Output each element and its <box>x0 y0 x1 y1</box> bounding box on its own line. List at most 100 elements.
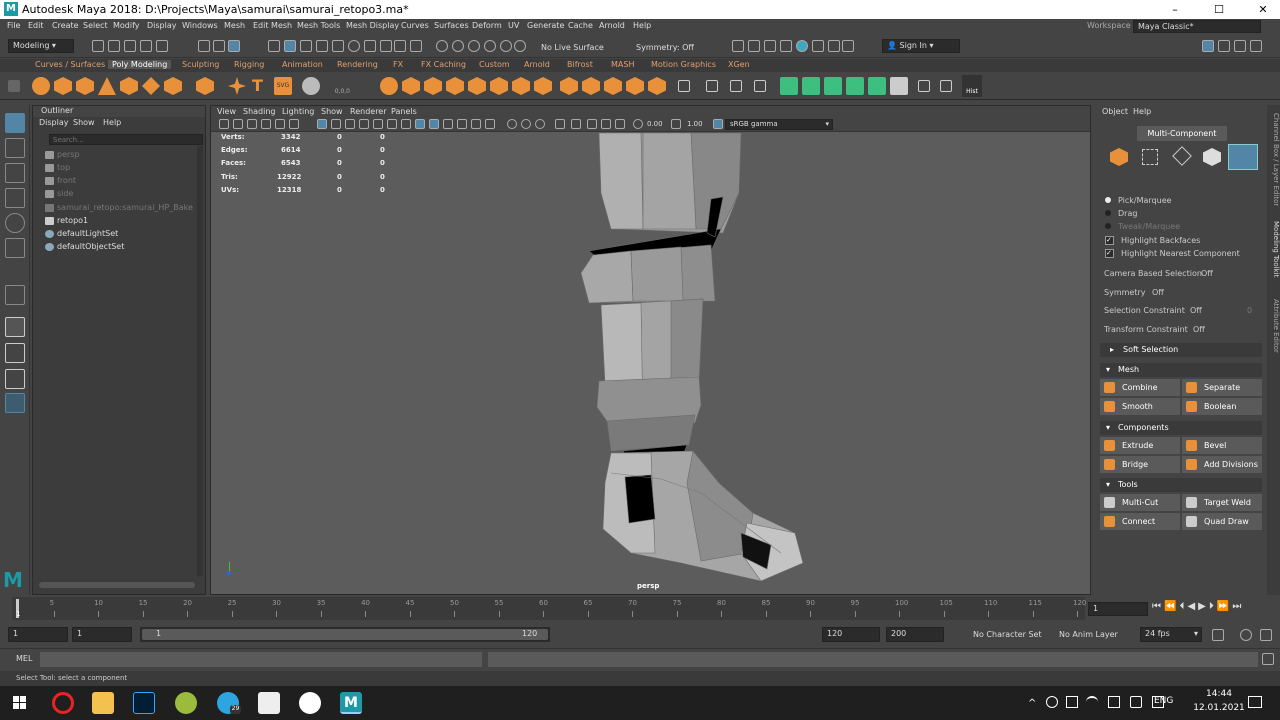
network-icon[interactable] <box>1066 696 1078 708</box>
attribute-editor-tab[interactable]: Attribute Editor <box>1267 299 1280 363</box>
help-icon[interactable] <box>380 40 392 52</box>
current-frame-field[interactable]: 1 <box>1088 602 1148 616</box>
play-forwards-icon[interactable]: ▶ <box>1198 601 1209 612</box>
shelf-tab-arnold[interactable]: Arnold <box>524 60 550 69</box>
shelf-tab-bifrost[interactable]: Bifrost <box>567 60 593 69</box>
clock-time[interactable]: 14:44 <box>1194 689 1244 699</box>
connect-button[interactable]: Connect <box>1100 513 1180 530</box>
menu-deform[interactable]: Deform <box>472 21 502 30</box>
menu-help[interactable]: Help <box>633 21 651 30</box>
color-space-dropdown[interactable]: sRGB gamma ▾ <box>725 119 833 130</box>
edge-mode-icon[interactable] <box>1172 146 1192 166</box>
animation-start-field[interactable]: 1 <box>8 627 68 642</box>
poly-cone-icon[interactable] <box>98 77 116 95</box>
character-set-dropdown[interactable]: No Character Set <box>973 630 1042 639</box>
tools-section-header[interactable]: ▾ Tools <box>1100 478 1262 492</box>
poly-plane-icon[interactable] <box>142 77 160 95</box>
anim-preferences-icon[interactable] <box>1260 629 1272 641</box>
menu-mesh-tools[interactable]: Mesh Tools <box>297 21 340 30</box>
safe-action-icon[interactable] <box>387 119 397 129</box>
shelf-tab-xgen[interactable]: XGen <box>728 60 750 69</box>
default-material-icon[interactable] <box>443 119 453 129</box>
save-scene-icon[interactable] <box>124 40 136 52</box>
boolean-button[interactable]: Boolean <box>1182 398 1262 415</box>
step-back-key-icon[interactable]: ⏪ <box>1164 601 1179 612</box>
menu-arnold[interactable]: Arnold <box>599 21 625 30</box>
shelf-tab-poly-modeling[interactable]: Poly Modeling <box>108 60 172 69</box>
extract-icon[interactable] <box>424 77 442 95</box>
menu-edit-mesh[interactable]: Edit Mesh <box>253 21 292 30</box>
symmetry-label[interactable]: Symmetry <box>1104 288 1145 297</box>
magnet-icon[interactable] <box>436 40 448 52</box>
ipr-render-icon[interactable] <box>748 40 760 52</box>
isolate-select-icon[interactable] <box>587 119 597 129</box>
outliner-item-hp-bake[interactable]: samurai_retopo:samurai_HP_Bake <box>45 203 193 212</box>
channel-box-toggle-icon[interactable] <box>1250 40 1262 52</box>
cylindrical-map-icon[interactable] <box>824 77 842 95</box>
toolkit-menu-help[interactable]: Help <box>1133 107 1151 116</box>
menu-modify[interactable]: Modify <box>113 21 140 30</box>
multi-cut-button[interactable]: Multi-Cut <box>1100 494 1180 511</box>
viewport-menu-lighting[interactable]: Lighting <box>282 107 314 116</box>
rotate-tool-icon[interactable] <box>5 213 25 233</box>
windows-start-icon[interactable] <box>13 696 27 710</box>
edge-mask-icon[interactable] <box>300 40 312 52</box>
shelf-tab-fx-caching[interactable]: FX Caching <box>421 60 466 69</box>
use-all-lights-icon[interactable] <box>485 119 495 129</box>
snap-surface-icon[interactable] <box>468 40 480 52</box>
two-pane-layout-icon[interactable] <box>5 369 25 389</box>
select-hierarchy-icon[interactable] <box>198 40 210 52</box>
film-gate-icon[interactable] <box>331 119 341 129</box>
outliner-menu-display[interactable]: Display <box>39 118 69 127</box>
append-icon[interactable] <box>626 77 644 95</box>
animation-end-field[interactable]: 200 <box>886 627 944 642</box>
vertex-mask-icon[interactable] <box>284 40 296 52</box>
outliner-horizontal-scrollbar[interactable] <box>39 582 195 588</box>
samurai-leg-mesh[interactable] <box>571 133 811 583</box>
sphere-wire-icon[interactable] <box>302 77 320 95</box>
planar-map-icon[interactable] <box>802 77 820 95</box>
tool-settings-toggle-icon[interactable] <box>1234 40 1246 52</box>
step-forward-key-icon[interactable]: ⏩ <box>1217 601 1232 612</box>
menu-edit[interactable]: Edit <box>28 21 44 30</box>
unfold-icon[interactable] <box>890 77 908 95</box>
redo-icon[interactable] <box>156 40 168 52</box>
wifi-icon[interactable] <box>1086 696 1098 708</box>
lock-icon[interactable] <box>394 40 406 52</box>
shelf-tab-mash[interactable]: MASH <box>611 60 634 69</box>
viewport-menu-show[interactable]: Show <box>321 107 343 116</box>
modeling-toolkit-toggle-icon[interactable] <box>1202 40 1214 52</box>
mel-label[interactable]: MEL <box>16 654 32 663</box>
viewport-menu-shading[interactable]: Shading <box>243 107 276 116</box>
step-forward-frame-icon[interactable]: ⏵ <box>1209 601 1217 612</box>
pen-icon[interactable] <box>1130 696 1142 708</box>
bridge-icon[interactable] <box>582 77 600 95</box>
webex-icon[interactable] <box>299 692 321 714</box>
bridge-button[interactable]: Bridge <box>1100 456 1180 473</box>
maya-taskbar-icon[interactable]: M <box>340 692 362 714</box>
menu-windows[interactable]: Windows <box>182 21 218 30</box>
four-pane-layout-icon[interactable] <box>5 343 25 363</box>
render-view-icon[interactable] <box>812 40 824 52</box>
snap-curve-icon[interactable] <box>364 40 376 52</box>
offset-edge-loop-icon[interactable] <box>754 80 766 92</box>
highlight-nearest-checkbox[interactable]: ✓ <box>1105 249 1114 258</box>
outliner-item-default-object-set[interactable]: defaultObjectSet <box>45 242 124 251</box>
spherical-map-icon[interactable] <box>846 77 864 95</box>
automatic-map-icon[interactable] <box>868 77 886 95</box>
select-tool-icon[interactable] <box>5 113 25 133</box>
uv-snap-icon[interactable]: 0,0,0 <box>326 76 350 96</box>
onedrive-icon[interactable] <box>1046 696 1058 708</box>
menu-select[interactable]: Select <box>83 21 108 30</box>
time-slider[interactable]: 1 5 10 15 20 25 30 35 40 45 50 55 60 65 70 75 80 85 90 95 1… <box>0 597 1280 622</box>
bookmarks-icon[interactable] <box>247 119 257 129</box>
separate-button[interactable]: Separate <box>1182 379 1262 396</box>
poly-cube-icon[interactable] <box>54 77 72 95</box>
transform-constraint-value[interactable]: Off <box>1193 325 1205 334</box>
show-hidden-icons-icon[interactable]: ^ <box>1028 698 1036 709</box>
transform-constraint-label[interactable]: Transform Constraint <box>1104 325 1188 334</box>
snap-plane-icon[interactable] <box>500 40 512 52</box>
symmetry-dropdown[interactable]: Symmetry: Off <box>636 43 694 52</box>
workspace-dropdown[interactable]: Maya Classic* <box>1133 20 1261 33</box>
selection-constraint-value[interactable]: Off <box>1190 306 1202 315</box>
